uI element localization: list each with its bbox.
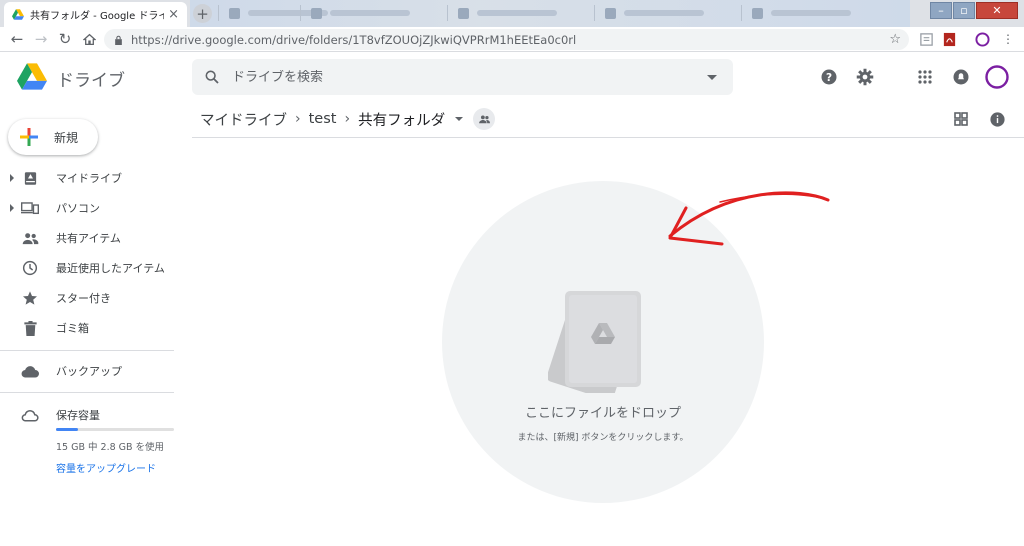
notifications-bell-icon[interactable] bbox=[951, 67, 971, 87]
profile-avatar-icon[interactable] bbox=[975, 32, 990, 47]
background-tab[interactable] bbox=[594, 5, 722, 21]
sidebar-item-storage[interactable]: 保存容量 bbox=[0, 400, 180, 430]
search-icon[interactable] bbox=[204, 69, 220, 85]
lock-icon bbox=[115, 35, 122, 45]
bookmark-star-icon[interactable]: ☆ bbox=[889, 32, 901, 47]
sidebar-item-backup[interactable]: バックアップ bbox=[0, 356, 180, 386]
tab-title: 共有フォルダ - Google ドライブ bbox=[30, 11, 165, 22]
sidebar-item-label: ゴミ箱 bbox=[56, 322, 89, 335]
restore-button[interactable]: ▫ bbox=[953, 2, 975, 19]
breadcrumb: マイドライブ › test › 共有フォルダ bbox=[192, 102, 496, 136]
search-bar[interactable] bbox=[192, 59, 733, 95]
sidebar-divider bbox=[0, 350, 174, 351]
star-icon bbox=[21, 289, 39, 307]
sidebar-item-label: マイドライブ bbox=[56, 172, 122, 185]
tab-close-icon[interactable]: × bbox=[168, 7, 179, 22]
account-avatar-icon[interactable] bbox=[985, 65, 1009, 89]
sidebar-item-computers[interactable]: パソコン bbox=[0, 193, 180, 223]
storage-label: 保存容量 bbox=[56, 409, 100, 422]
sidebar-item-label: 共有アイテム bbox=[56, 232, 121, 245]
upgrade-storage-link[interactable]: 容量をアップグレード bbox=[56, 460, 156, 475]
new-button-label: 新規 bbox=[54, 130, 79, 145]
storage-usage-text: 15 GB 中 2.8 GB を使用 bbox=[56, 442, 165, 453]
sidebar-nav: マイドライブ パソコン 共有アイテム 最近使用したアイテム スター付き ゴミ箱 bbox=[0, 163, 180, 343]
drop-zone-title: ここにファイルをドロップ bbox=[524, 406, 681, 421]
sidebar-divider bbox=[0, 392, 174, 393]
storage-usage-bar bbox=[56, 428, 174, 431]
minimize-button[interactable]: – bbox=[930, 2, 952, 19]
sidebar-item-shared[interactable]: 共有アイテム bbox=[0, 223, 180, 253]
folder-menu-caret-icon[interactable] bbox=[455, 117, 464, 121]
address-bar[interactable]: https://drive.google.com/drive/folders/1… bbox=[104, 29, 909, 50]
help-icon[interactable]: ? bbox=[819, 67, 839, 87]
window-controls: – ▫ ✕ bbox=[929, 2, 1018, 19]
background-tab[interactable] bbox=[447, 5, 575, 21]
cloud-filled-icon bbox=[21, 362, 39, 380]
trash-icon bbox=[21, 319, 39, 337]
storage-usage-fill bbox=[56, 428, 79, 431]
content-divider bbox=[192, 137, 1024, 138]
expand-arrow-icon[interactable] bbox=[10, 174, 14, 182]
computers-icon bbox=[21, 199, 39, 217]
sidebar-item-starred[interactable]: スター付き bbox=[0, 283, 180, 313]
sidebar-item-label: スター付き bbox=[56, 292, 111, 305]
info-icon[interactable] bbox=[987, 109, 1007, 129]
expand-arrow-icon[interactable] bbox=[10, 204, 14, 212]
sidebar-item-my-drive[interactable]: マイドライブ bbox=[0, 163, 180, 193]
apps-grid-icon[interactable] bbox=[915, 67, 935, 87]
shared-people-icon bbox=[21, 229, 39, 247]
extension-icon[interactable] bbox=[919, 32, 934, 47]
cloud-outline-icon bbox=[21, 406, 39, 424]
svg-text:?: ? bbox=[826, 72, 832, 84]
plus-icon bbox=[20, 128, 38, 146]
new-button[interactable]: 新規 bbox=[8, 119, 98, 155]
search-input[interactable] bbox=[232, 69, 692, 85]
sidebar-item-trash[interactable]: ゴミ箱 bbox=[0, 313, 180, 343]
close-window-button[interactable]: ✕ bbox=[976, 2, 1018, 19]
background-tab[interactable] bbox=[741, 5, 869, 21]
sidebar-item-recent[interactable]: 最近使用したアイテム bbox=[0, 253, 180, 283]
grid-view-icon[interactable] bbox=[951, 109, 971, 129]
reload-icon[interactable]: ↻ bbox=[56, 30, 74, 48]
sidebar-item-label: バックアップ bbox=[56, 365, 122, 378]
search-options-icon[interactable] bbox=[707, 75, 717, 80]
browser-menu-icon[interactable]: ⋮ bbox=[999, 30, 1017, 48]
breadcrumb-current-folder[interactable]: 共有フォルダ bbox=[350, 109, 453, 130]
forward-arrow-icon[interactable]: → bbox=[32, 30, 50, 48]
annotation-arrow-icon bbox=[668, 191, 830, 246]
pdf-extension-icon[interactable] bbox=[942, 32, 957, 47]
my-drive-icon bbox=[21, 169, 39, 187]
background-tab[interactable] bbox=[300, 5, 428, 21]
url-text: https://drive.google.com/drive/folders/1… bbox=[131, 32, 577, 47]
drive-files-illustration-icon bbox=[548, 291, 641, 393]
drive-favicon-icon bbox=[12, 9, 24, 20]
new-tab-button[interactable]: + bbox=[193, 4, 212, 23]
clock-icon bbox=[21, 259, 39, 277]
browser-titlebar: 共有フォルダ - Google ドライブ × + – ▫ ✕ bbox=[0, 0, 1024, 27]
drive-logo-icon bbox=[17, 63, 47, 90]
settings-gear-icon[interactable] bbox=[855, 67, 875, 87]
drop-zone-subtitle: または、[新規] ボタンをクリックします。 bbox=[517, 433, 689, 443]
app-brand: ドライブ bbox=[57, 71, 125, 91]
sidebar-item-label: 最近使用したアイテム bbox=[56, 262, 165, 275]
breadcrumb-test[interactable]: test bbox=[301, 111, 345, 127]
shared-folder-people-icon[interactable] bbox=[473, 108, 496, 130]
sidebar-item-label: パソコン bbox=[56, 202, 100, 215]
browser-toolbar: ← → ↻ https://drive.google.com/drive/fol… bbox=[0, 27, 1024, 52]
home-icon[interactable] bbox=[80, 30, 98, 48]
breadcrumb-my-drive[interactable]: マイドライブ bbox=[192, 109, 295, 130]
back-arrow-icon[interactable]: ← bbox=[8, 30, 26, 48]
browser-tab-active[interactable]: 共有フォルダ - Google ドライブ × bbox=[4, 2, 187, 27]
